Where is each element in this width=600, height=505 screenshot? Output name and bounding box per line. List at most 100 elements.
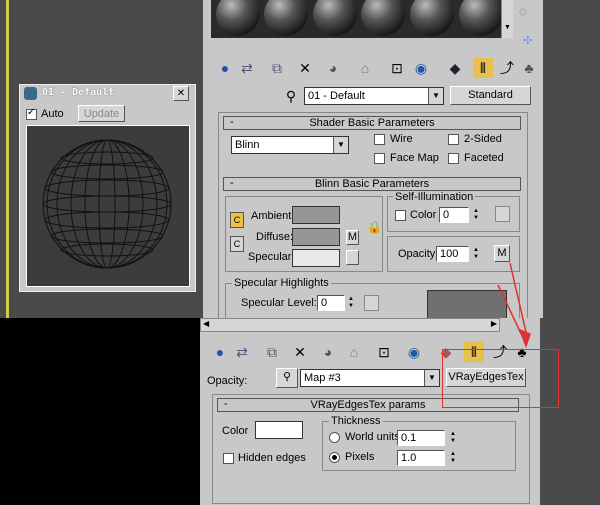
sample-sphere[interactable] xyxy=(313,0,357,36)
opacity-value-field[interactable]: 100 xyxy=(436,246,469,262)
make-unique-icon[interactable]: ⌂ xyxy=(344,342,364,362)
viewport-border-yellow xyxy=(6,0,9,318)
map-name-text: Map #3 xyxy=(304,372,341,384)
specular-level-value: 0 xyxy=(321,297,328,309)
side-tool-icon[interactable]: ✣ xyxy=(523,34,532,47)
go-to-parent-icon[interactable]: ⤴ xyxy=(497,58,517,78)
go-forward-sibling-icon[interactable]: ♣ xyxy=(519,58,539,78)
map-name-field[interactable]: Map #3 ▼ xyxy=(300,369,440,387)
auto-label: Auto xyxy=(41,108,64,120)
pick-map-icon[interactable]: ⚲ xyxy=(276,368,298,388)
lock-ambient-diffuse-button[interactable]: C xyxy=(230,212,244,228)
show-map-icon[interactable]: ◆ xyxy=(445,58,465,78)
put-to-library-icon[interactable]: ⊡ xyxy=(387,58,407,78)
edge-color-label: Color xyxy=(222,425,249,437)
opacity-spinner[interactable]: ▲ ▼ xyxy=(471,247,481,261)
self-illum-map-button[interactable] xyxy=(495,206,510,222)
wire-label: Wire xyxy=(390,133,413,145)
put-to-scene-icon[interactable]: ⇄ xyxy=(232,342,252,362)
hidden-edges-checkbox[interactable] xyxy=(223,453,234,464)
wire-checkbox[interactable] xyxy=(374,134,385,145)
horizontal-scrollbar[interactable]: ◀ ▶ xyxy=(200,318,500,332)
preview-titlebar: 01 - Default ✕ xyxy=(20,85,195,103)
two-sided-checkbox[interactable] xyxy=(448,134,459,145)
thickness-title: Thickness xyxy=(329,415,383,427)
collapse-icon: - xyxy=(224,398,228,410)
sample-sphere[interactable] xyxy=(216,0,260,36)
make-unique-icon[interactable]: ⌂ xyxy=(355,58,375,78)
shader-type-value: Blinn xyxy=(235,139,260,151)
face-map-checkbox[interactable] xyxy=(374,153,385,164)
assign-material-icon[interactable]: ⧉ xyxy=(262,342,282,362)
material-id-icon[interactable]: ◉ xyxy=(411,58,431,78)
lower-right-strip xyxy=(540,318,600,505)
specular-level-label: Specular Level: xyxy=(241,297,317,309)
material-name-text: 01 - Default xyxy=(308,90,365,102)
hidden-edges-label: Hidden edges xyxy=(238,452,306,464)
side-tool-icon[interactable]: ⚙ xyxy=(518,6,528,19)
edge-color-swatch[interactable] xyxy=(255,421,303,439)
sample-sphere[interactable] xyxy=(410,0,454,36)
specular-level-field[interactable]: 0 xyxy=(317,295,345,311)
opacity-label: Opacity: xyxy=(398,248,439,260)
lock-diffuse-specular-button[interactable]: C xyxy=(230,236,244,252)
self-illum-spinner[interactable]: ▲ ▼ xyxy=(471,208,481,222)
faceted-checkbox[interactable] xyxy=(448,153,459,164)
specular-color-swatch[interactable] xyxy=(292,249,340,267)
specular-level-map-button[interactable] xyxy=(364,295,379,311)
material-type-button[interactable]: Standard xyxy=(450,86,531,105)
world-units-spinner[interactable]: ▲ ▼ xyxy=(448,431,458,445)
pixels-value: 1.0 xyxy=(401,452,417,464)
pixels-label: Pixels xyxy=(345,451,375,463)
diffuse-color-swatch[interactable] xyxy=(292,228,340,246)
world-units-value: 0.1 xyxy=(401,432,417,444)
material-id-icon[interactable]: ◉ xyxy=(404,342,424,362)
blinn-rollout-header[interactable]: - Blinn Basic Parameters xyxy=(223,177,521,191)
faceted-label: Faceted xyxy=(464,152,504,164)
shader-rollout-header[interactable]: - Shader Basic Parameters xyxy=(223,116,521,130)
world-units-field[interactable]: 0.1 xyxy=(397,430,445,446)
assign-material-icon[interactable]: ⧉ xyxy=(267,58,287,78)
wireframe-sphere xyxy=(42,139,172,269)
opacity-value: 100 xyxy=(440,248,459,260)
show-end-result-icon[interactable]: ⦀ xyxy=(473,58,493,78)
dropdown-arrow-icon: ▼ xyxy=(428,88,443,104)
sample-sphere[interactable] xyxy=(361,0,405,36)
annotation-arrows xyxy=(497,262,531,349)
material-name-field[interactable]: 01 - Default ▼ xyxy=(304,87,444,105)
shader-type-select[interactable]: Blinn ▼ xyxy=(231,136,349,154)
pixels-spinner[interactable]: ▲ ▼ xyxy=(448,451,458,465)
auto-checkbox[interactable]: ✓ xyxy=(26,107,37,120)
ambient-color-swatch[interactable] xyxy=(292,206,340,224)
pick-material-icon[interactable]: ⚲ xyxy=(281,86,301,106)
slots-scrollbar[interactable]: ▼ xyxy=(501,0,513,38)
put-to-scene-icon[interactable]: ⇄ xyxy=(237,58,257,78)
reset-map-icon[interactable]: ✕ xyxy=(295,58,315,78)
lock-icon[interactable]: 🔒 xyxy=(367,220,382,234)
self-illum-value-field[interactable]: 0 xyxy=(439,207,469,223)
specular-map-button[interactable] xyxy=(346,250,359,265)
pixels-field[interactable]: 1.0 xyxy=(397,450,445,466)
diffuse-map-button[interactable]: M xyxy=(346,230,359,245)
copy-material-icon[interactable]: ◕ xyxy=(323,58,343,78)
world-units-radio[interactable] xyxy=(329,432,340,443)
update-button[interactable]: Update xyxy=(78,105,125,122)
self-illum-color-checkbox[interactable] xyxy=(395,210,406,221)
specular-label: Specular: xyxy=(248,251,295,263)
close-button[interactable]: ✕ xyxy=(173,86,189,101)
sample-sphere[interactable] xyxy=(459,0,503,36)
get-material-icon[interactable]: ● xyxy=(215,58,235,78)
blinn-rollout-title: Blinn Basic Parameters xyxy=(314,178,430,190)
copy-material-icon[interactable]: ◕ xyxy=(318,342,338,362)
dropdown-arrow-icon: ▼ xyxy=(333,137,348,153)
dropdown-arrow-icon: ▼ xyxy=(424,370,439,386)
sample-viewport xyxy=(26,125,190,287)
self-illumination-title: Self-Illumination xyxy=(393,191,476,203)
reset-map-icon[interactable]: ✕ xyxy=(290,342,310,362)
get-material-icon[interactable]: ● xyxy=(210,342,230,362)
specular-level-spinner[interactable]: ▲ ▼ xyxy=(346,296,356,310)
put-to-library-icon[interactable]: ⊡ xyxy=(374,342,394,362)
right-strip: ⚙ ✣ xyxy=(518,0,600,320)
sample-sphere[interactable] xyxy=(264,0,308,36)
pixels-radio[interactable] xyxy=(329,452,340,463)
